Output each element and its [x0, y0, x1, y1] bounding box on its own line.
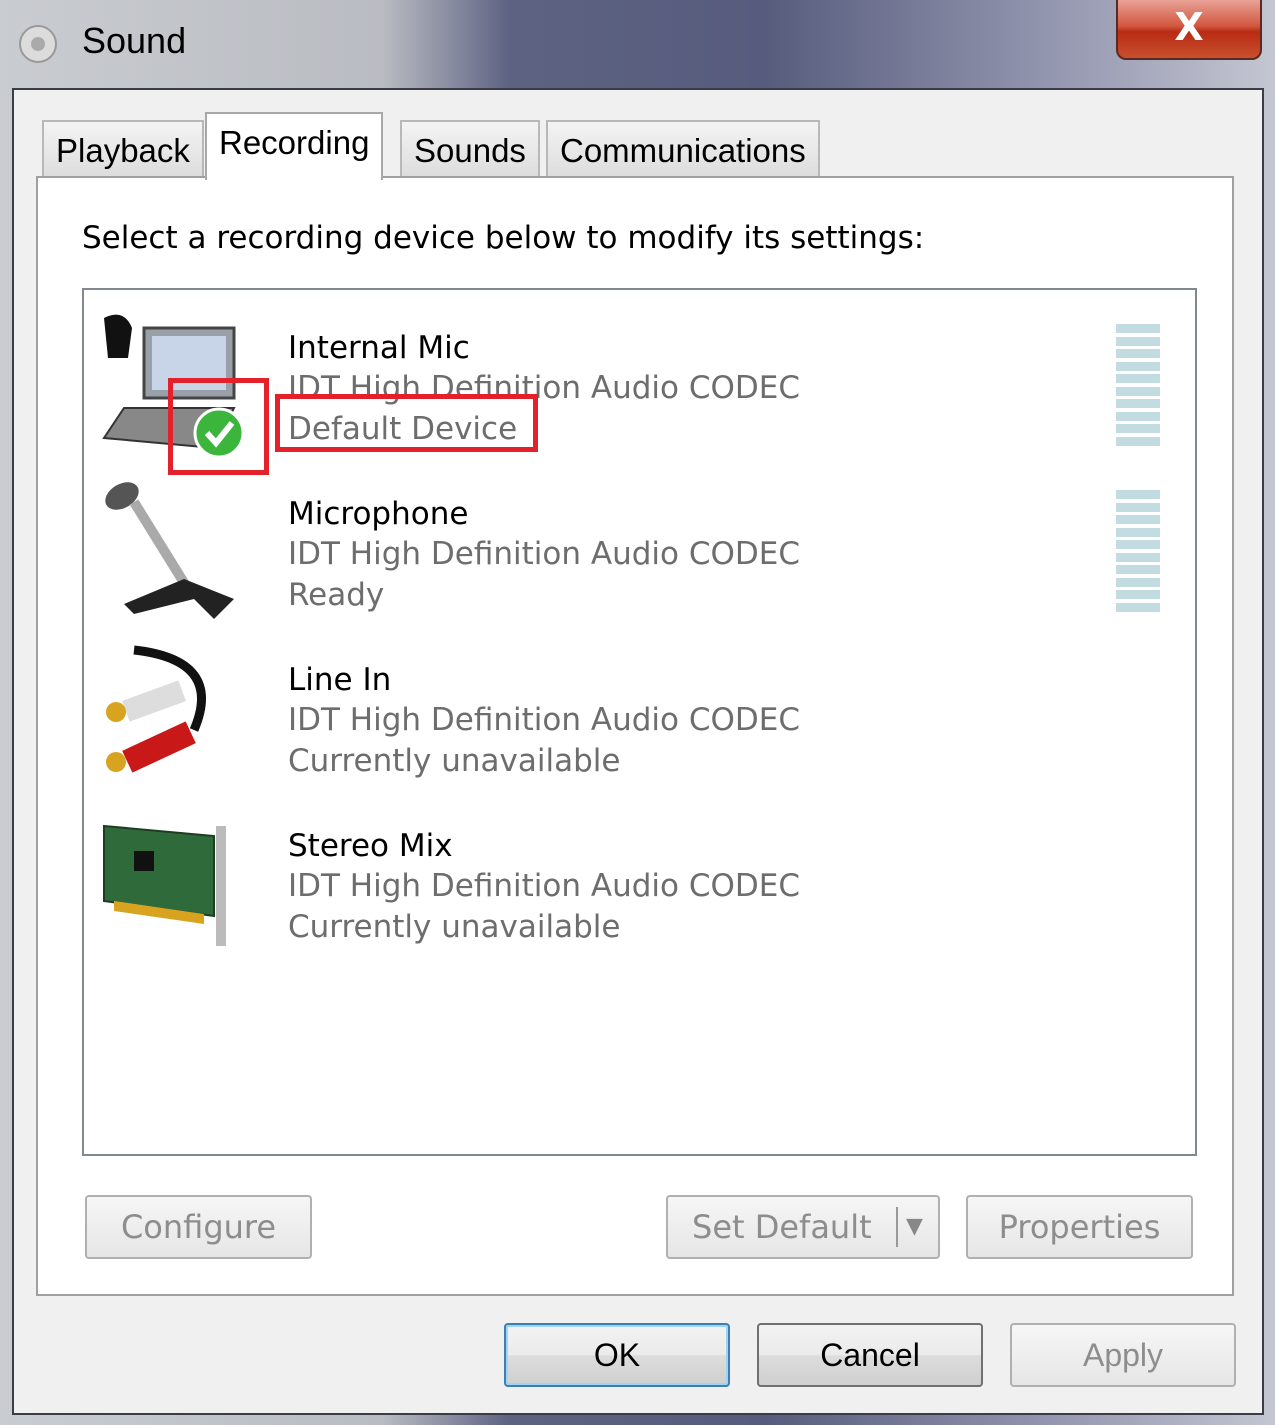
device-name: Internal Mic: [288, 330, 470, 366]
cancel-button[interactable]: Cancel: [757, 1323, 983, 1387]
apply-button[interactable]: Apply: [1010, 1323, 1236, 1387]
ok-button[interactable]: OK: [504, 1323, 730, 1387]
device-status: Ready: [288, 577, 385, 613]
set-default-label: Set Default: [692, 1208, 872, 1246]
device-driver: IDT High Definition Audio CODEC: [288, 536, 800, 572]
list-item[interactable]: Stereo Mix IDT High Definition Audio COD…: [84, 796, 1184, 956]
properties-button[interactable]: Properties: [966, 1195, 1193, 1259]
list-item[interactable]: Line In IDT High Definition Audio CODEC …: [84, 630, 1184, 790]
sound-card-icon: [103, 824, 226, 946]
split-divider: [896, 1207, 898, 1247]
tab-communications[interactable]: Communications: [546, 120, 820, 178]
highlight-default-check: [168, 378, 269, 475]
tab-recording[interactable]: Recording: [205, 112, 384, 180]
tab-sounds[interactable]: Sounds: [400, 120, 540, 178]
highlight-default-device: [275, 394, 538, 452]
tab-playback[interactable]: Playback: [42, 120, 204, 178]
title-bar[interactable]: Sound X: [0, 0, 1275, 88]
device-status: Currently unavailable: [288, 743, 621, 779]
close-button[interactable]: X: [1116, 0, 1262, 60]
window-title: Sound: [82, 20, 187, 61]
rca-cable-icon: [106, 645, 206, 773]
set-default-button[interactable]: Set Default ▼: [666, 1195, 940, 1259]
device-status: Currently unavailable: [288, 909, 621, 945]
instruction-text: Select a recording device below to modif…: [82, 220, 925, 256]
chevron-down-icon[interactable]: ▼: [906, 1197, 923, 1257]
device-driver: IDT High Definition Audio CODEC: [288, 868, 800, 904]
device-name: Stereo Mix: [288, 828, 453, 864]
speaker-icon: [19, 25, 57, 63]
level-meter: [1116, 490, 1160, 615]
configure-button[interactable]: Configure: [85, 1195, 312, 1259]
list-item[interactable]: Microphone IDT High Definition Audio COD…: [84, 464, 1184, 624]
microphone-icon: [105, 482, 234, 619]
device-name: Microphone: [288, 496, 469, 532]
device-name: Line In: [288, 662, 392, 698]
level-meter: [1116, 324, 1160, 449]
device-driver: IDT High Definition Audio CODEC: [288, 702, 800, 738]
